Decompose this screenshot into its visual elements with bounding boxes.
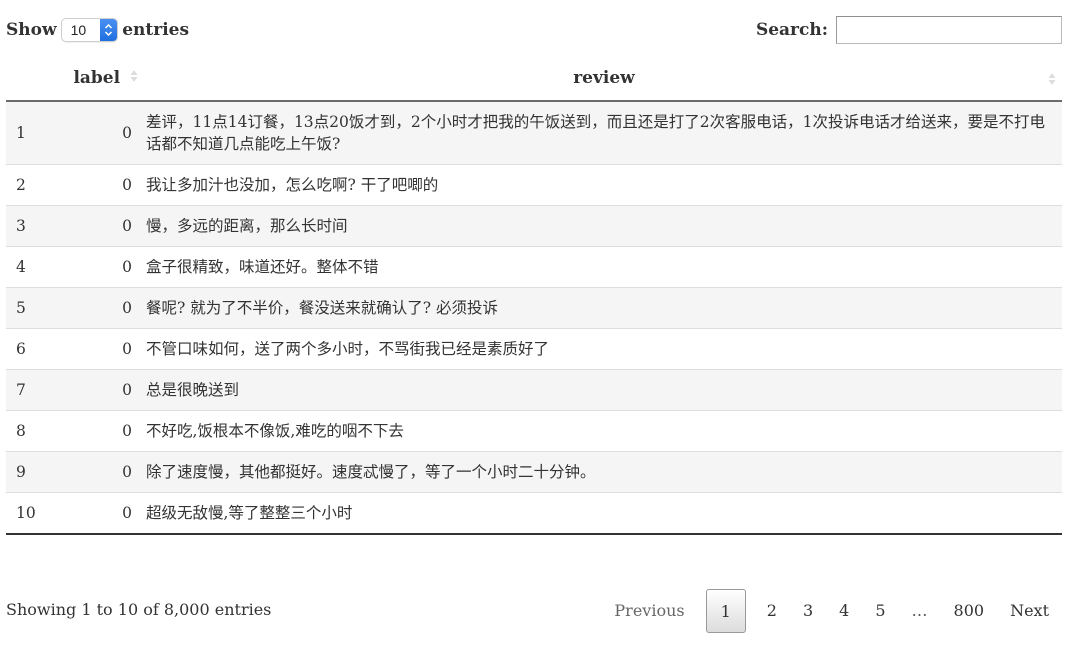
cell-review: 总是很晚送到 [146, 369, 1062, 411]
table-controls: Show 10 entries Search: [6, 14, 1062, 50]
table-row: 4 0 盒子很精致，味道还好。整体不错 [6, 246, 1062, 288]
cell-label: 0 [58, 492, 146, 535]
cell-label: 0 [58, 287, 146, 329]
length-menu: Show 10 entries [6, 18, 189, 42]
pagination-page-1[interactable]: 1 [705, 589, 746, 633]
cell-index: 6 [6, 328, 58, 370]
pagination-page-2[interactable]: 2 [754, 589, 790, 633]
column-header-label-text: label [73, 67, 121, 88]
pagination-page-3[interactable]: 3 [790, 589, 826, 633]
pagination-ellipsis: … [911, 601, 928, 620]
column-header-review[interactable]: review [146, 56, 1062, 102]
table-row: 7 0 总是很晚送到 [6, 369, 1062, 411]
cell-label: 0 [58, 410, 146, 452]
table-row: 8 0 不好吃,饭根本不像饭,难吃的咽不下去 [6, 410, 1062, 452]
pagination-page-last[interactable]: 800 [941, 589, 998, 633]
table-row: 6 0 不管口味如何，送了两个多小时，不骂街我已经是素质好了 [6, 328, 1062, 370]
sort-both-icon [1048, 71, 1056, 91]
cell-review: 盒子很精致，味道还好。整体不错 [146, 246, 1062, 288]
table-row: 5 0 餐呢? 就为了不半价，餐没送来就确认了? 必须投诉 [6, 287, 1062, 329]
cell-review: 不管口味如何，送了两个多小时，不骂街我已经是素质好了 [146, 328, 1062, 370]
table-row: 9 0 除了速度慢，其他都挺好。速度忒慢了，等了一个小时二十分钟。 [6, 451, 1062, 493]
table-body: 1 0 差评，11点14订餐，13点20饭才到，2个小时才把我的午饭送到，而且还… [6, 101, 1062, 535]
cell-review: 除了速度慢，其他都挺好。速度忒慢了，等了一个小时二十分钟。 [146, 451, 1062, 493]
cell-label: 0 [58, 369, 146, 411]
length-menu-prefix: Show [6, 20, 57, 40]
cell-label: 0 [58, 451, 146, 493]
cell-label: 0 [58, 328, 146, 370]
table-info: Showing 1 to 10 of 8,000 entries [6, 600, 272, 619]
entries-per-page-value: 10 [70, 22, 87, 38]
cell-index: 7 [6, 369, 58, 411]
column-header-label[interactable]: label [58, 56, 146, 102]
entries-per-page-select[interactable]: 10 [60, 18, 119, 42]
cell-review: 慢，多远的距离，那么长时间 [146, 205, 1062, 247]
table-header-row: label review [6, 56, 1062, 102]
pagination-page-5[interactable]: 5 [862, 589, 898, 633]
table-row: 1 0 差评，11点14订餐，13点20饭才到，2个小时才把我的午饭送到，而且还… [6, 101, 1062, 165]
search-label: Search: [755, 20, 828, 40]
column-header-review-text: review [573, 68, 635, 88]
cell-index: 8 [6, 410, 58, 452]
length-menu-suffix: entries [122, 20, 190, 40]
pagination-next-button[interactable]: Next [997, 589, 1062, 633]
cell-review: 餐呢? 就为了不半价，餐没送来就确认了? 必须投诉 [146, 287, 1062, 329]
pagination: Previous 1 2 3 4 5 … 800 Next [601, 587, 1062, 635]
table-row: 10 0 超级无敌慢,等了整整三个小时 [6, 492, 1062, 535]
data-table: label review 1 0 差评，11点14订餐，13点20饭才到，2个小… [6, 56, 1062, 535]
cell-label: 0 [58, 164, 146, 206]
cell-index: 2 [6, 164, 58, 206]
cell-review: 我让多加汁也没加，怎么吃啊? 干了吧唧的 [146, 164, 1062, 206]
select-stepper-icon [100, 19, 118, 41]
sort-both-icon [130, 68, 138, 88]
cell-label: 0 [58, 205, 146, 247]
cell-index: 5 [6, 287, 58, 329]
search-input[interactable] [836, 16, 1062, 44]
cell-label: 0 [122, 124, 132, 142]
cell-label: 0 [58, 246, 146, 288]
cell-index: 1 [16, 124, 26, 142]
table-row: 2 0 我让多加汁也没加，怎么吃啊? 干了吧唧的 [6, 164, 1062, 206]
pagination-page-4[interactable]: 4 [826, 589, 862, 633]
cell-review: 超级无敌慢,等了整整三个小时 [146, 492, 1062, 535]
column-header-index [6, 56, 58, 102]
cell-index: 10 [6, 492, 58, 535]
search-control: Search: [756, 16, 1062, 44]
cell-review: 不好吃,饭根本不像饭,难吃的咽不下去 [146, 410, 1062, 452]
table-row: 3 0 慢，多远的距离，那么长时间 [6, 205, 1062, 247]
cell-index: 4 [6, 246, 58, 288]
cell-index: 3 [6, 205, 58, 247]
cell-index: 9 [6, 451, 58, 493]
pagination-previous-button[interactable]: Previous [601, 589, 697, 633]
cell-review: 差评，11点14订餐，13点20饭才到，2个小时才把我的午饭送到，而且还是打了2… [146, 113, 1045, 153]
